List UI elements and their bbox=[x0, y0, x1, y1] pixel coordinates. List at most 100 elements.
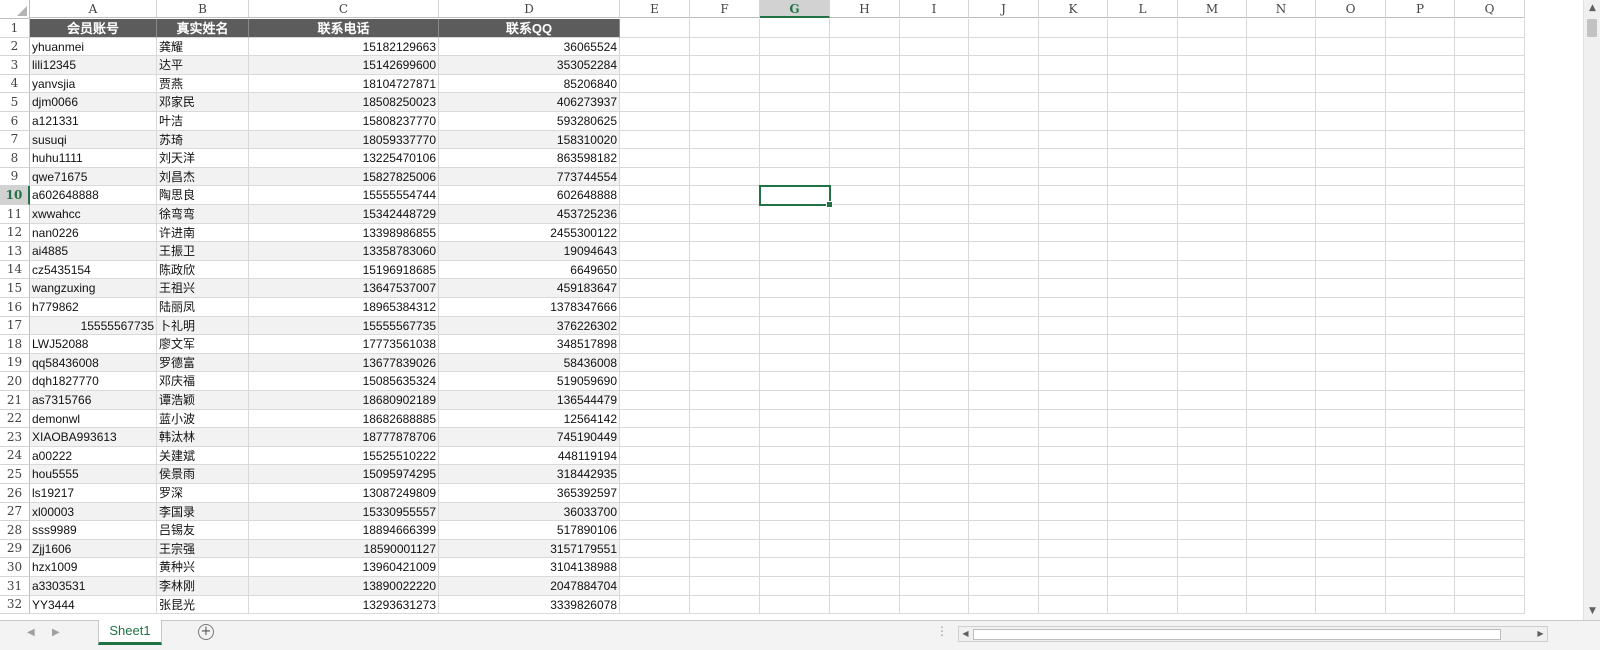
empty-cell[interactable] bbox=[1386, 577, 1455, 596]
empty-cell[interactable] bbox=[760, 391, 830, 410]
cell-b27[interactable]: 李国录 bbox=[157, 503, 249, 521]
cell-c4[interactable]: 18104727871 bbox=[249, 75, 439, 93]
empty-cell[interactable] bbox=[1455, 56, 1525, 75]
empty-cell[interactable] bbox=[969, 428, 1039, 447]
empty-cell[interactable] bbox=[1178, 577, 1247, 596]
empty-cell[interactable] bbox=[1108, 279, 1178, 298]
empty-cell[interactable] bbox=[1386, 410, 1455, 428]
empty-cell[interactable] bbox=[1455, 261, 1525, 279]
empty-cell[interactable] bbox=[1316, 465, 1386, 484]
empty-cell[interactable] bbox=[830, 38, 900, 56]
empty-cell[interactable] bbox=[620, 261, 690, 279]
empty-cell[interactable] bbox=[1039, 131, 1108, 149]
row-header-15[interactable]: 15 bbox=[0, 279, 30, 298]
empty-cell[interactable] bbox=[1386, 112, 1455, 131]
empty-cell[interactable] bbox=[1178, 261, 1247, 279]
empty-cell[interactable] bbox=[1455, 205, 1525, 224]
empty-cell[interactable] bbox=[1108, 112, 1178, 131]
cell-c18[interactable]: 17773561038 bbox=[249, 335, 439, 354]
empty-cell[interactable] bbox=[1039, 205, 1108, 224]
empty-cell[interactable] bbox=[1039, 56, 1108, 75]
cell-b5[interactable]: 邓家民 bbox=[157, 93, 249, 112]
empty-cell[interactable] bbox=[760, 465, 830, 484]
empty-cell[interactable] bbox=[969, 335, 1039, 354]
empty-cell[interactable] bbox=[1386, 428, 1455, 447]
empty-cell[interactable] bbox=[690, 317, 760, 335]
empty-cell[interactable] bbox=[1455, 465, 1525, 484]
cell-d9[interactable]: 773744554 bbox=[439, 168, 620, 186]
empty-cell[interactable] bbox=[1039, 503, 1108, 521]
empty-cell[interactable] bbox=[620, 540, 690, 558]
empty-cell[interactable] bbox=[1316, 447, 1386, 465]
empty-cell[interactable] bbox=[1108, 149, 1178, 168]
empty-cell[interactable] bbox=[1316, 503, 1386, 521]
empty-cell[interactable] bbox=[1455, 298, 1525, 317]
cell-a12[interactable]: nan0226 bbox=[30, 224, 157, 242]
empty-cell[interactable] bbox=[1178, 224, 1247, 242]
empty-cell[interactable] bbox=[1247, 503, 1316, 521]
cell-b21[interactable]: 谭浩颖 bbox=[157, 391, 249, 410]
empty-cell[interactable] bbox=[1316, 224, 1386, 242]
empty-cell[interactable] bbox=[1108, 19, 1178, 38]
empty-cell[interactable] bbox=[690, 335, 760, 354]
empty-cell[interactable] bbox=[760, 112, 830, 131]
cell-b17[interactable]: 卜礼明 bbox=[157, 317, 249, 335]
cell-d4[interactable]: 85206840 bbox=[439, 75, 620, 93]
empty-cell[interactable] bbox=[1178, 205, 1247, 224]
empty-cell[interactable] bbox=[1039, 577, 1108, 596]
empty-cell[interactable] bbox=[1455, 447, 1525, 465]
vertical-scrollbar[interactable]: ▲ ▼ bbox=[1583, 0, 1600, 620]
cell-d27[interactable]: 36033700 bbox=[439, 503, 620, 521]
cell-b16[interactable]: 陆丽凤 bbox=[157, 298, 249, 317]
row-header-1[interactable]: 1 bbox=[0, 19, 30, 38]
empty-cell[interactable] bbox=[1247, 242, 1316, 261]
empty-cell[interactable] bbox=[1178, 540, 1247, 558]
empty-cell[interactable] bbox=[830, 335, 900, 354]
empty-cell[interactable] bbox=[1108, 131, 1178, 149]
empty-cell[interactable] bbox=[1386, 391, 1455, 410]
cell-d29[interactable]: 3157179551 bbox=[439, 540, 620, 558]
empty-cell[interactable] bbox=[969, 279, 1039, 298]
empty-cell[interactable] bbox=[1247, 19, 1316, 38]
empty-cell[interactable] bbox=[969, 242, 1039, 261]
empty-cell[interactable] bbox=[1178, 38, 1247, 56]
cell-b26[interactable]: 罗深 bbox=[157, 484, 249, 503]
cell-b24[interactable]: 关建斌 bbox=[157, 447, 249, 465]
empty-cell[interactable] bbox=[969, 38, 1039, 56]
empty-cell[interactable] bbox=[760, 242, 830, 261]
scroll-right-icon[interactable]: ▶ bbox=[1534, 627, 1547, 641]
cell-b18[interactable]: 廖文军 bbox=[157, 335, 249, 354]
cell-d19[interactable]: 58436008 bbox=[439, 354, 620, 372]
cell-b3[interactable]: 达平 bbox=[157, 56, 249, 75]
empty-cell[interactable] bbox=[1316, 131, 1386, 149]
empty-cell[interactable] bbox=[1178, 372, 1247, 391]
empty-cell[interactable] bbox=[1178, 75, 1247, 93]
empty-cell[interactable] bbox=[620, 112, 690, 131]
empty-cell[interactable] bbox=[1108, 503, 1178, 521]
empty-cell[interactable] bbox=[1455, 93, 1525, 112]
empty-cell[interactable] bbox=[620, 186, 690, 205]
row-header-13[interactable]: 13 bbox=[0, 242, 30, 261]
empty-cell[interactable] bbox=[620, 75, 690, 93]
cell-c28[interactable]: 18894666399 bbox=[249, 521, 439, 540]
column-header-b[interactable]: B bbox=[157, 0, 249, 18]
cell-a16[interactable]: h779862 bbox=[30, 298, 157, 317]
empty-cell[interactable] bbox=[1247, 596, 1316, 614]
cell-d12[interactable]: 2455300122 bbox=[439, 224, 620, 242]
empty-cell[interactable] bbox=[1039, 298, 1108, 317]
empty-cell[interactable] bbox=[830, 447, 900, 465]
empty-cell[interactable] bbox=[1386, 354, 1455, 372]
empty-cell[interactable] bbox=[1039, 484, 1108, 503]
empty-cell[interactable] bbox=[760, 447, 830, 465]
cell-d5[interactable]: 406273937 bbox=[439, 93, 620, 112]
cell-a32[interactable]: YY3444 bbox=[30, 596, 157, 614]
row-header-29[interactable]: 29 bbox=[0, 540, 30, 558]
empty-cell[interactable] bbox=[760, 131, 830, 149]
empty-cell[interactable] bbox=[620, 298, 690, 317]
nav-right-icon[interactable]: ▶ bbox=[52, 627, 60, 638]
row-header-10[interactable]: 10 bbox=[0, 186, 30, 205]
cell-b19[interactable]: 罗德富 bbox=[157, 354, 249, 372]
empty-cell[interactable] bbox=[969, 354, 1039, 372]
cell-b6[interactable]: 叶洁 bbox=[157, 112, 249, 131]
empty-cell[interactable] bbox=[1386, 521, 1455, 540]
